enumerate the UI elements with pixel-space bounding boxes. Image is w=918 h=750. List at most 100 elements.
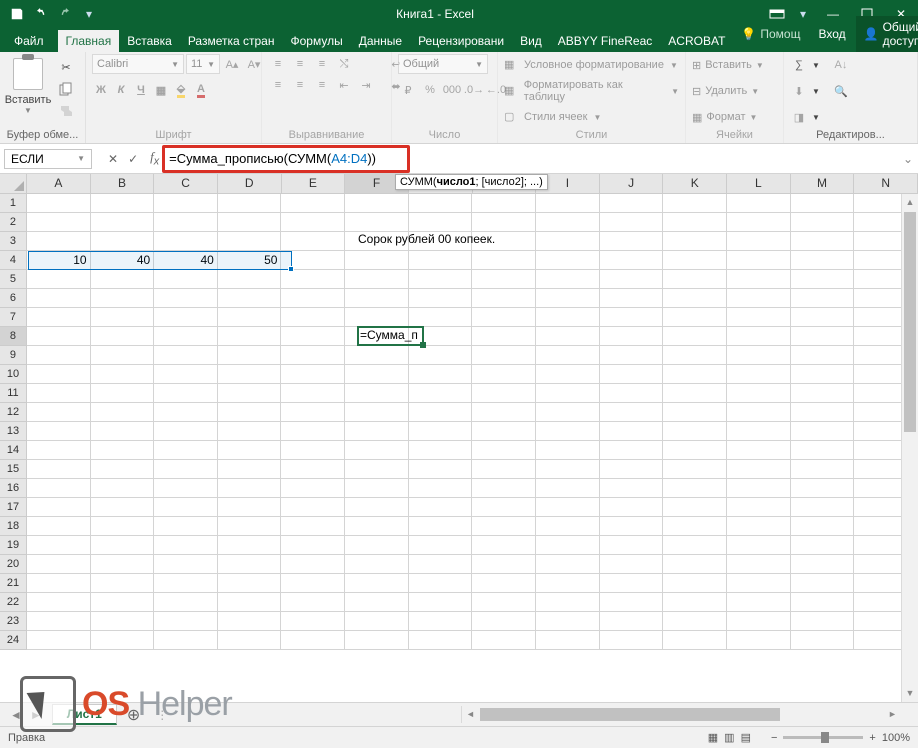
cell[interactable] — [27, 479, 91, 498]
align-middle-icon[interactable]: ≡ — [290, 54, 310, 74]
row-header[interactable]: 16 — [0, 479, 27, 498]
cell[interactable] — [536, 346, 600, 365]
delete-cells[interactable]: ⊟Удалить▼ — [692, 80, 759, 102]
italic-button[interactable]: К — [112, 80, 130, 100]
borders-icon[interactable]: ▦ — [152, 80, 170, 100]
cell[interactable] — [663, 422, 727, 441]
cell[interactable] — [727, 251, 791, 270]
cell[interactable] — [600, 498, 664, 517]
cell[interactable] — [218, 308, 282, 327]
cell[interactable] — [727, 403, 791, 422]
cell[interactable] — [791, 555, 855, 574]
cell[interactable] — [154, 593, 218, 612]
cell[interactable] — [218, 384, 282, 403]
fill-color-icon[interactable]: ⬙ — [172, 80, 190, 100]
cell[interactable] — [281, 593, 345, 612]
cell[interactable] — [154, 384, 218, 403]
cell[interactable] — [281, 479, 345, 498]
cell[interactable] — [154, 460, 218, 479]
cell[interactable] — [791, 631, 855, 650]
cell[interactable] — [218, 270, 282, 289]
cell[interactable] — [536, 593, 600, 612]
format-cells[interactable]: ▦Формат▼ — [692, 106, 757, 128]
tab-file[interactable]: Файл — [0, 30, 58, 52]
cell[interactable] — [218, 612, 282, 631]
cell[interactable] — [281, 251, 345, 270]
find-icon[interactable]: 🔍 — [832, 85, 850, 98]
cell[interactable] — [218, 479, 282, 498]
cell[interactable] — [218, 232, 282, 251]
cell[interactable] — [27, 308, 91, 327]
row-header[interactable]: 11 — [0, 384, 27, 403]
cell[interactable] — [727, 422, 791, 441]
cell[interactable] — [663, 441, 727, 460]
insert-cells[interactable]: ⊞Вставить▼ — [692, 54, 764, 76]
cell[interactable] — [281, 232, 345, 251]
cell[interactable] — [600, 517, 664, 536]
cell[interactable] — [218, 460, 282, 479]
cell[interactable] — [345, 365, 409, 384]
cell[interactable] — [536, 441, 600, 460]
cell[interactable] — [791, 327, 855, 346]
conditional-formatting[interactable]: ▦Условное форматирование▼ — [504, 54, 678, 76]
cell[interactable] — [91, 517, 155, 536]
cell[interactable] — [281, 346, 345, 365]
increase-font-icon[interactable]: A▴ — [222, 54, 242, 74]
cell[interactable] — [472, 365, 536, 384]
cell[interactable] — [409, 593, 473, 612]
cell[interactable] — [409, 536, 473, 555]
cell[interactable] — [345, 612, 409, 631]
orientation-icon[interactable]: ⤭ — [334, 54, 354, 74]
cell[interactable] — [27, 517, 91, 536]
cell[interactable] — [154, 555, 218, 574]
cell[interactable] — [409, 574, 473, 593]
cell[interactable] — [281, 498, 345, 517]
cell[interactable] — [536, 213, 600, 232]
cell[interactable] — [218, 365, 282, 384]
column-header[interactable]: L — [727, 174, 791, 193]
add-sheet-icon[interactable]: ⊕ — [117, 705, 150, 725]
column-header[interactable]: M — [791, 174, 855, 193]
cell[interactable] — [91, 327, 155, 346]
cell[interactable] — [281, 384, 345, 403]
cell[interactable] — [218, 194, 282, 213]
save-icon[interactable] — [6, 3, 28, 25]
sheet-nav-prev-icon[interactable]: ◄ — [10, 708, 22, 722]
cell[interactable] — [345, 517, 409, 536]
fx-icon[interactable]: fx — [150, 149, 165, 168]
cell[interactable] — [409, 194, 473, 213]
cell[interactable] — [536, 422, 600, 441]
cell[interactable] — [727, 460, 791, 479]
cell[interactable] — [154, 574, 218, 593]
cell[interactable] — [27, 498, 91, 517]
cell[interactable] — [345, 498, 409, 517]
cell[interactable] — [600, 631, 664, 650]
cell[interactable] — [345, 270, 409, 289]
undo-icon[interactable] — [30, 3, 52, 25]
cell[interactable] — [218, 403, 282, 422]
align-left-icon[interactable]: ≡ — [268, 75, 288, 95]
cell[interactable] — [472, 631, 536, 650]
cell[interactable] — [409, 346, 473, 365]
cell[interactable] — [600, 232, 664, 251]
row-header[interactable]: 2 — [0, 213, 27, 232]
cell[interactable] — [91, 498, 155, 517]
cell[interactable] — [663, 612, 727, 631]
align-bottom-icon[interactable]: ≡ — [312, 54, 332, 74]
cell[interactable] — [91, 232, 155, 251]
font-size-combo[interactable]: 11▼ — [186, 54, 220, 74]
cell[interactable] — [281, 270, 345, 289]
row-header[interactable]: 23 — [0, 612, 27, 631]
cell[interactable] — [727, 213, 791, 232]
view-page-layout-icon[interactable]: ▥ — [724, 731, 734, 744]
row-header[interactable]: 20 — [0, 555, 27, 574]
cell[interactable] — [472, 498, 536, 517]
cell[interactable] — [218, 213, 282, 232]
clear-icon[interactable]: ◨ — [790, 111, 808, 124]
cell[interactable] — [91, 194, 155, 213]
cell[interactable]: 40 — [154, 251, 218, 270]
column-header[interactable]: D — [218, 174, 282, 193]
zoom-level[interactable]: 100% — [882, 732, 910, 744]
cell[interactable] — [409, 422, 473, 441]
cell[interactable] — [345, 555, 409, 574]
